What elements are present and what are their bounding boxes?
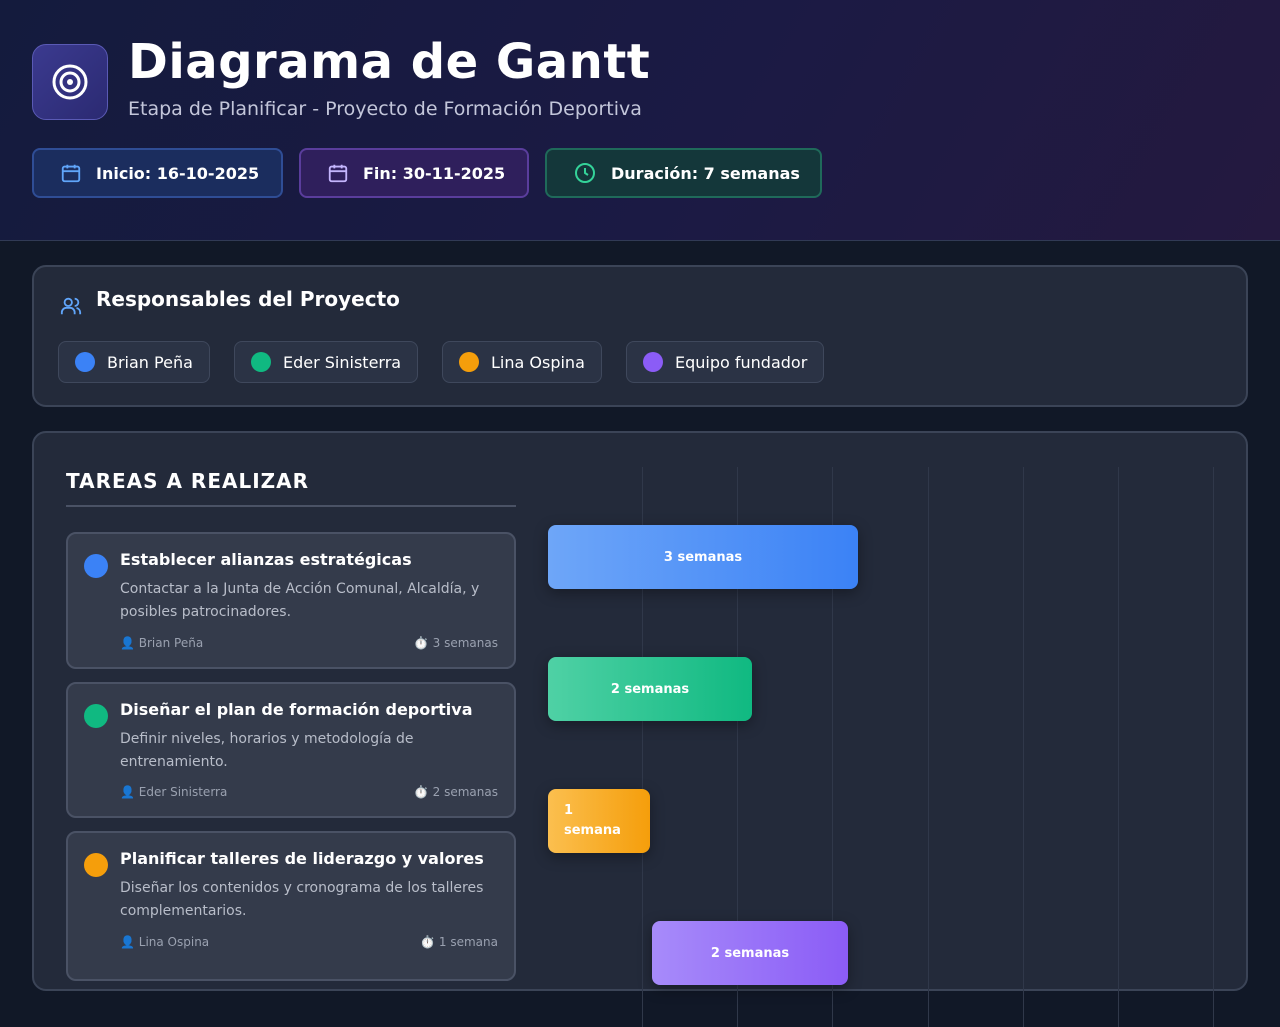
task-owner: 👤 Eder Sinisterra bbox=[120, 785, 228, 799]
task-description: Definir niveles, horarios y metodología … bbox=[120, 731, 414, 770]
member-chip-lina: Lina Ospina bbox=[442, 341, 602, 383]
end-date-label: Fin: 30-11-2025 bbox=[363, 163, 506, 183]
page-title: Diagrama de Gantt bbox=[128, 34, 651, 90]
bar-label: 2 semanas bbox=[610, 681, 690, 697]
member-color-dot bbox=[251, 352, 271, 372]
task-description: Diseñar los contenidos y cronograma de l… bbox=[120, 880, 484, 919]
target-icon bbox=[52, 64, 88, 100]
task-name: Planificar talleres de liderazgo y valor… bbox=[120, 849, 484, 868]
calendar-icon bbox=[61, 164, 81, 183]
divider bbox=[66, 505, 516, 507]
task-color-dot bbox=[84, 704, 108, 728]
task-owner: 👤 Brian Peña bbox=[120, 636, 204, 650]
timeline-gridline bbox=[928, 467, 929, 1027]
tasks-title: TAREAS A REALIZAR bbox=[66, 469, 310, 493]
users-icon bbox=[60, 297, 82, 315]
task-card[interactable]: Diseñar el plan de formación deportiva D… bbox=[66, 682, 516, 818]
bar-label: 3 semanas bbox=[663, 549, 743, 565]
member-name: Brian Peña bbox=[107, 352, 193, 372]
duration-badge: Duración: 7 semanas bbox=[545, 148, 822, 198]
timeline-gridline bbox=[1118, 467, 1119, 1027]
member-color-dot bbox=[75, 352, 95, 372]
task-name: Diseñar el plan de formación deportiva bbox=[120, 700, 473, 719]
member-color-dot bbox=[459, 352, 479, 372]
logo bbox=[32, 44, 108, 120]
bar-label: 1 semana bbox=[564, 803, 621, 838]
task-card[interactable]: Planificar talleres de liderazgo y valor… bbox=[66, 831, 516, 981]
task-card[interactable]: Establecer alianzas estratégicas Contact… bbox=[66, 532, 516, 669]
start-date-badge: Inicio: 16-10-2025 bbox=[32, 148, 283, 198]
gantt-bar[interactable]: 2 semanas bbox=[652, 921, 848, 985]
clock-icon bbox=[575, 163, 595, 183]
tasks-card: TAREAS A REALIZAR Establecer alianzas es… bbox=[32, 431, 1248, 1027]
start-date-label: Inicio: 16-10-2025 bbox=[96, 163, 260, 183]
page-header: Diagrama de Gantt Etapa de Planificar - … bbox=[0, 0, 1280, 241]
task-color-dot bbox=[84, 554, 108, 578]
member-name: Equipo fundador bbox=[675, 352, 808, 372]
timeline-gridline bbox=[1023, 467, 1024, 1027]
task-duration: ⏱️ 1 semana bbox=[420, 935, 498, 949]
task-duration: ⏱️ 3 semanas bbox=[413, 636, 498, 650]
end-date-badge: Fin: 30-11-2025 bbox=[299, 148, 529, 198]
gantt-bar[interactable]: 1 semana bbox=[548, 789, 650, 853]
member-chip-eder: Eder Sinisterra bbox=[234, 341, 418, 383]
bar-label: 2 semanas bbox=[710, 945, 790, 961]
gantt-bar[interactable]: 3 semanas bbox=[548, 525, 858, 589]
task-description: Contactar a la Junta de Acción Comunal, … bbox=[120, 581, 480, 620]
team-title: Responsables del Proyecto bbox=[96, 287, 400, 311]
gantt-bar[interactable]: 2 semanas bbox=[548, 657, 752, 721]
task-color-dot bbox=[84, 853, 108, 877]
calendar-icon bbox=[328, 164, 348, 183]
member-name: Lina Ospina bbox=[491, 352, 585, 372]
task-name: Establecer alianzas estratégicas bbox=[120, 550, 412, 569]
timeline-gridline bbox=[1213, 467, 1214, 1027]
task-duration: ⏱️ 2 semanas bbox=[413, 785, 498, 799]
team-card: Responsables del Proyecto Brian Peña Ede… bbox=[32, 265, 1248, 407]
member-color-dot bbox=[643, 352, 663, 372]
page-subtitle: Etapa de Planificar - Proyecto de Formac… bbox=[128, 98, 642, 120]
member-name: Eder Sinisterra bbox=[283, 352, 402, 372]
duration-label: Duración: 7 semanas bbox=[611, 163, 800, 183]
member-chip-brian: Brian Peña bbox=[58, 341, 210, 383]
task-owner: 👤 Lina Ospina bbox=[120, 935, 210, 949]
member-chip-equipo: Equipo fundador bbox=[626, 341, 824, 383]
